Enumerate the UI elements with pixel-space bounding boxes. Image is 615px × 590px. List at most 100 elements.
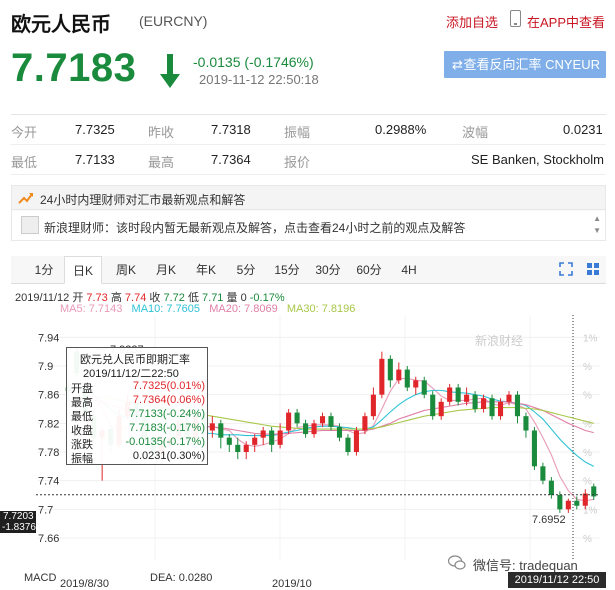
- candle-body: [303, 423, 309, 435]
- candle-body: [243, 444, 249, 452]
- stats-row-2: 最低 7.7133 最高 7.7364 报价 SE Banken, Stockh…: [11, 145, 606, 175]
- stat-value: 7.7318: [211, 122, 251, 137]
- opinion-item[interactable]: 新浪理财师：该时段内暂无最新观点及解答，点击查看24小时之前的观点及解答 ▲ ▼: [12, 211, 605, 240]
- tab-1min[interactable]: 1分: [29, 256, 59, 284]
- candle-body: [438, 401, 444, 417]
- macd-label: MACD: [24, 572, 57, 584]
- current-price-badge: 7.7203: [0, 511, 36, 522]
- candle-body: [506, 394, 512, 402]
- tooltip-row: 振幅 0.0231(0.30%): [71, 450, 207, 465]
- right-pct-tick: %: [583, 391, 592, 402]
- right-pct-tick: %: [583, 534, 592, 545]
- y-tick-label: 7.86: [38, 390, 59, 402]
- candle-body: [226, 437, 232, 445]
- candle-body: [336, 426, 343, 438]
- fullscreen-icon[interactable]: [559, 262, 573, 276]
- stat-label: 今开: [11, 125, 38, 140]
- view-in-app-link[interactable]: 在APP中查看: [527, 12, 605, 31]
- scroll-down-icon[interactable]: ▼: [593, 226, 601, 235]
- candle-body: [565, 500, 571, 510]
- tab-4h[interactable]: 4H: [395, 256, 423, 284]
- candle-body: [582, 493, 588, 506]
- grid-icon[interactable]: [586, 262, 600, 276]
- y-tick-label: 7.94: [38, 332, 59, 344]
- right-pct-tick: %: [583, 477, 592, 488]
- tab-weekly[interactable]: 周K: [111, 256, 141, 284]
- tooltip-value: 7.7325(0.01%): [132, 380, 205, 392]
- page-title: 欧元人民币: [11, 14, 111, 36]
- candle-body: [497, 401, 504, 417]
- low-price-label: 7.6952: [532, 514, 566, 526]
- right-pct-tick: 1%: [583, 333, 598, 344]
- candle-body: [430, 394, 436, 417]
- candle-body: [413, 380, 419, 388]
- tab-daily[interactable]: 日K: [64, 256, 102, 284]
- stat-label: 昨收: [148, 125, 175, 140]
- tab-15min[interactable]: 15分: [270, 256, 304, 284]
- tooltip-value: 7.7183(-0.17%): [129, 422, 205, 434]
- candle-body: [455, 387, 461, 402]
- tooltip-value: -0.0135(-0.17%): [125, 436, 206, 448]
- tab-60min[interactable]: 60分: [352, 256, 386, 284]
- wechat-icon: [448, 555, 466, 570]
- reverse-rate-label: 查看反向汇率 CNYEUR: [463, 57, 600, 72]
- candle-body: [353, 430, 359, 452]
- candle-body: [328, 416, 334, 427]
- tooltip-row: 开盘 7.7325(0.01%): [71, 380, 207, 395]
- candle-body: [252, 437, 258, 445]
- tooltip-row: 涨跌 -0.0135(-0.17%): [71, 436, 207, 451]
- tooltip-row: 收盘 7.7183(-0.17%): [71, 422, 207, 437]
- candle-body: [379, 358, 385, 395]
- candle-body: [481, 398, 487, 409]
- candle-body: [218, 423, 224, 438]
- candle-body: [311, 423, 317, 435]
- candle-body: [277, 430, 283, 445]
- quote-time: 2019-11-12 22:50:18: [199, 72, 319, 87]
- crosshair-date-badge: 2019/11/12 22:50: [508, 572, 606, 588]
- tab-monthly[interactable]: 月K: [151, 256, 181, 284]
- swap-icon: ⇄: [452, 57, 463, 72]
- tab-5min[interactable]: 5分: [231, 256, 261, 284]
- opinion-title[interactable]: 24小时内理财师对汇市最新观点和解答: [40, 191, 245, 208]
- candle-body: [286, 412, 292, 431]
- tooltip-row: 最低 7.7133(-0.24%): [71, 408, 207, 423]
- candle-body: [269, 430, 275, 445]
- candle-body: [387, 358, 393, 381]
- tooltip-label: 振幅: [71, 453, 93, 465]
- scroll-up-icon[interactable]: ▲: [593, 214, 601, 223]
- right-pct-tick: %: [583, 448, 592, 459]
- reverse-rate-button[interactable]: ⇄ 查看反向汇率 CNYEUR: [444, 51, 606, 78]
- stat-label: 最低: [11, 155, 38, 170]
- page-header: 欧元人民币 (EURCNY) 添加自选 在APP中查看: [0, 0, 615, 40]
- stat-label: 最高: [148, 155, 175, 170]
- candle-body: [548, 480, 554, 495]
- y-tick-label: 7.66: [38, 533, 59, 545]
- dea-label: DEA: 0.0280: [150, 572, 213, 584]
- candle-body: [370, 394, 376, 417]
- opinion-text[interactable]: 新浪理财师：该时段内暂无最新观点及解答，点击查看24小时之前的观点及解答: [44, 219, 465, 236]
- stat-value: 7.7325: [75, 122, 115, 137]
- avatar: [21, 216, 39, 234]
- candle-body: [523, 416, 529, 431]
- quote-stats-table: 今开 7.7325 昨收 7.7318 振幅 0.2988% 波幅 0.0231…: [11, 114, 606, 175]
- add-watchlist-link[interactable]: 添加自选: [446, 12, 498, 31]
- candle-body: [557, 495, 563, 510]
- stat-value: 0.2988%: [375, 122, 427, 137]
- tab-yearly[interactable]: 年K: [191, 256, 221, 284]
- tab-30min[interactable]: 30分: [311, 256, 345, 284]
- y-tick-label: 7.9: [38, 361, 53, 373]
- currency-code: (EURCNY): [139, 13, 208, 29]
- candle-body: [209, 423, 215, 431]
- candle-body: [464, 394, 470, 402]
- price-change: -0.0135 (-0.1746%): [193, 54, 314, 70]
- candle-body: [540, 466, 546, 481]
- stat-value: SE Banken, Stockholm: [471, 152, 604, 167]
- period-tabs: 1分 日K 周K 月K 年K 5分 15分 30分 60分 4H: [11, 256, 606, 284]
- ma-legend: MA5: 7.7143 MA10: 7.7605 MA20: 7.8069 MA…: [60, 303, 355, 315]
- ma5-legend: MA5: 7.7143: [60, 303, 123, 315]
- ma30-legend: MA30: 7.8196: [286, 303, 356, 315]
- trend-up-icon: [18, 193, 33, 204]
- y-tick-label: 7.74: [38, 476, 59, 488]
- candle-body: [404, 369, 410, 388]
- current-pct-badge: -1.8376%: [0, 522, 45, 533]
